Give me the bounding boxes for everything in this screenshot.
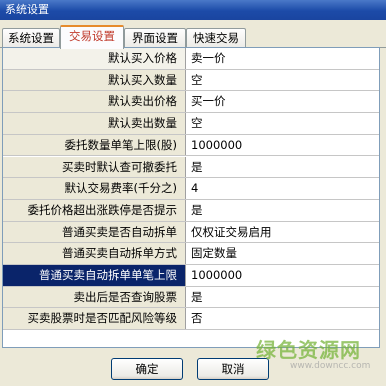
dialog-button-bar: 确定 取消 (0, 348, 386, 386)
setting-row[interactable]: 卖出后是否查询股票 是 (3, 286, 379, 309)
setting-row[interactable]: 委托数量单笔上限(股) 1000000 (3, 134, 379, 157)
setting-label: 默认卖出数量 (3, 113, 186, 134)
setting-label: 普通买卖自动拆单单笔上限 (3, 265, 186, 286)
setting-row[interactable]: 默认卖出价格 买一价 (3, 91, 379, 114)
setting-label: 默认买入数量 (3, 69, 186, 91)
setting-label: 卖出后是否查询股票 (3, 286, 186, 308)
setting-label: 默认交易费率(千分之) (3, 178, 186, 199)
setting-label: 普通买卖是否自动拆单 (3, 221, 186, 243)
setting-row[interactable]: 普通买卖自动拆单方式 固定数量 (3, 243, 379, 265)
setting-label: 委托数量单笔上限(股) (3, 134, 186, 156)
setting-label: 委托价格超出涨跌停是否提示 (3, 199, 186, 221)
setting-label: 买卖时默认查可撤委托 (3, 156, 186, 178)
setting-row[interactable]: 默认买入价格 卖一价 (3, 48, 379, 70)
setting-value[interactable]: 是 (186, 199, 379, 221)
setting-value[interactable]: 否 (186, 308, 379, 330)
setting-value[interactable]: 仅权证交易启用 (186, 221, 379, 243)
setting-row[interactable]: 默认交易费率(千分之) 4 (3, 178, 379, 200)
setting-value[interactable]: 1000000 (186, 134, 379, 156)
tab-trade-settings[interactable]: 交易设置 (60, 25, 124, 49)
setting-label: 默认卖出价格 (3, 91, 186, 113)
settings-grid: 默认买入价格 卖一价 默认买入数量 空 默认卖出价格 买一价 默认卖出数量 空 … (2, 47, 380, 348)
setting-row[interactable]: 普通买卖是否自动拆单 仅权证交易启用 (3, 221, 379, 244)
setting-label: 买卖股票时是否匹配风险等级 (3, 308, 186, 330)
cancel-button[interactable]: 取消 (197, 358, 269, 380)
tab-interface-settings[interactable]: 界面设置 (124, 28, 186, 48)
setting-value[interactable]: 固定数量 (186, 243, 379, 264)
tab-strip: 系统设置 交易设置 界面设置 快速交易 (0, 24, 386, 49)
setting-value[interactable]: 是 (186, 286, 379, 308)
setting-value[interactable]: 1000000 (186, 265, 379, 286)
setting-label: 普通买卖自动拆单方式 (3, 243, 186, 264)
setting-value[interactable]: 空 (186, 113, 379, 134)
setting-value[interactable]: 是 (186, 156, 379, 178)
setting-row-selected[interactable]: 普通买卖自动拆单单笔上限 1000000 (3, 265, 379, 287)
setting-row[interactable]: 默认卖出数量 空 (3, 113, 379, 135)
setting-value[interactable]: 卖一价 (186, 48, 379, 69)
window-title-bar: 系统设置 (0, 0, 386, 20)
window-title: 系统设置 (5, 3, 49, 16)
ok-button[interactable]: 确定 (111, 358, 183, 380)
setting-label: 默认买入价格 (3, 48, 186, 69)
setting-row[interactable]: 买卖时默认查可撤委托 是 (3, 156, 379, 179)
setting-row[interactable]: 买卖股票时是否匹配风险等级 否 (3, 308, 379, 331)
setting-row[interactable]: 默认买入数量 空 (3, 69, 379, 92)
setting-value[interactable]: 4 (186, 178, 379, 199)
setting-value[interactable]: 买一价 (186, 91, 379, 113)
tab-system-settings[interactable]: 系统设置 (2, 28, 60, 48)
setting-value[interactable]: 空 (186, 69, 379, 91)
setting-row[interactable]: 委托价格超出涨跌停是否提示 是 (3, 199, 379, 222)
tab-quick-trade[interactable]: 快速交易 (186, 28, 246, 48)
